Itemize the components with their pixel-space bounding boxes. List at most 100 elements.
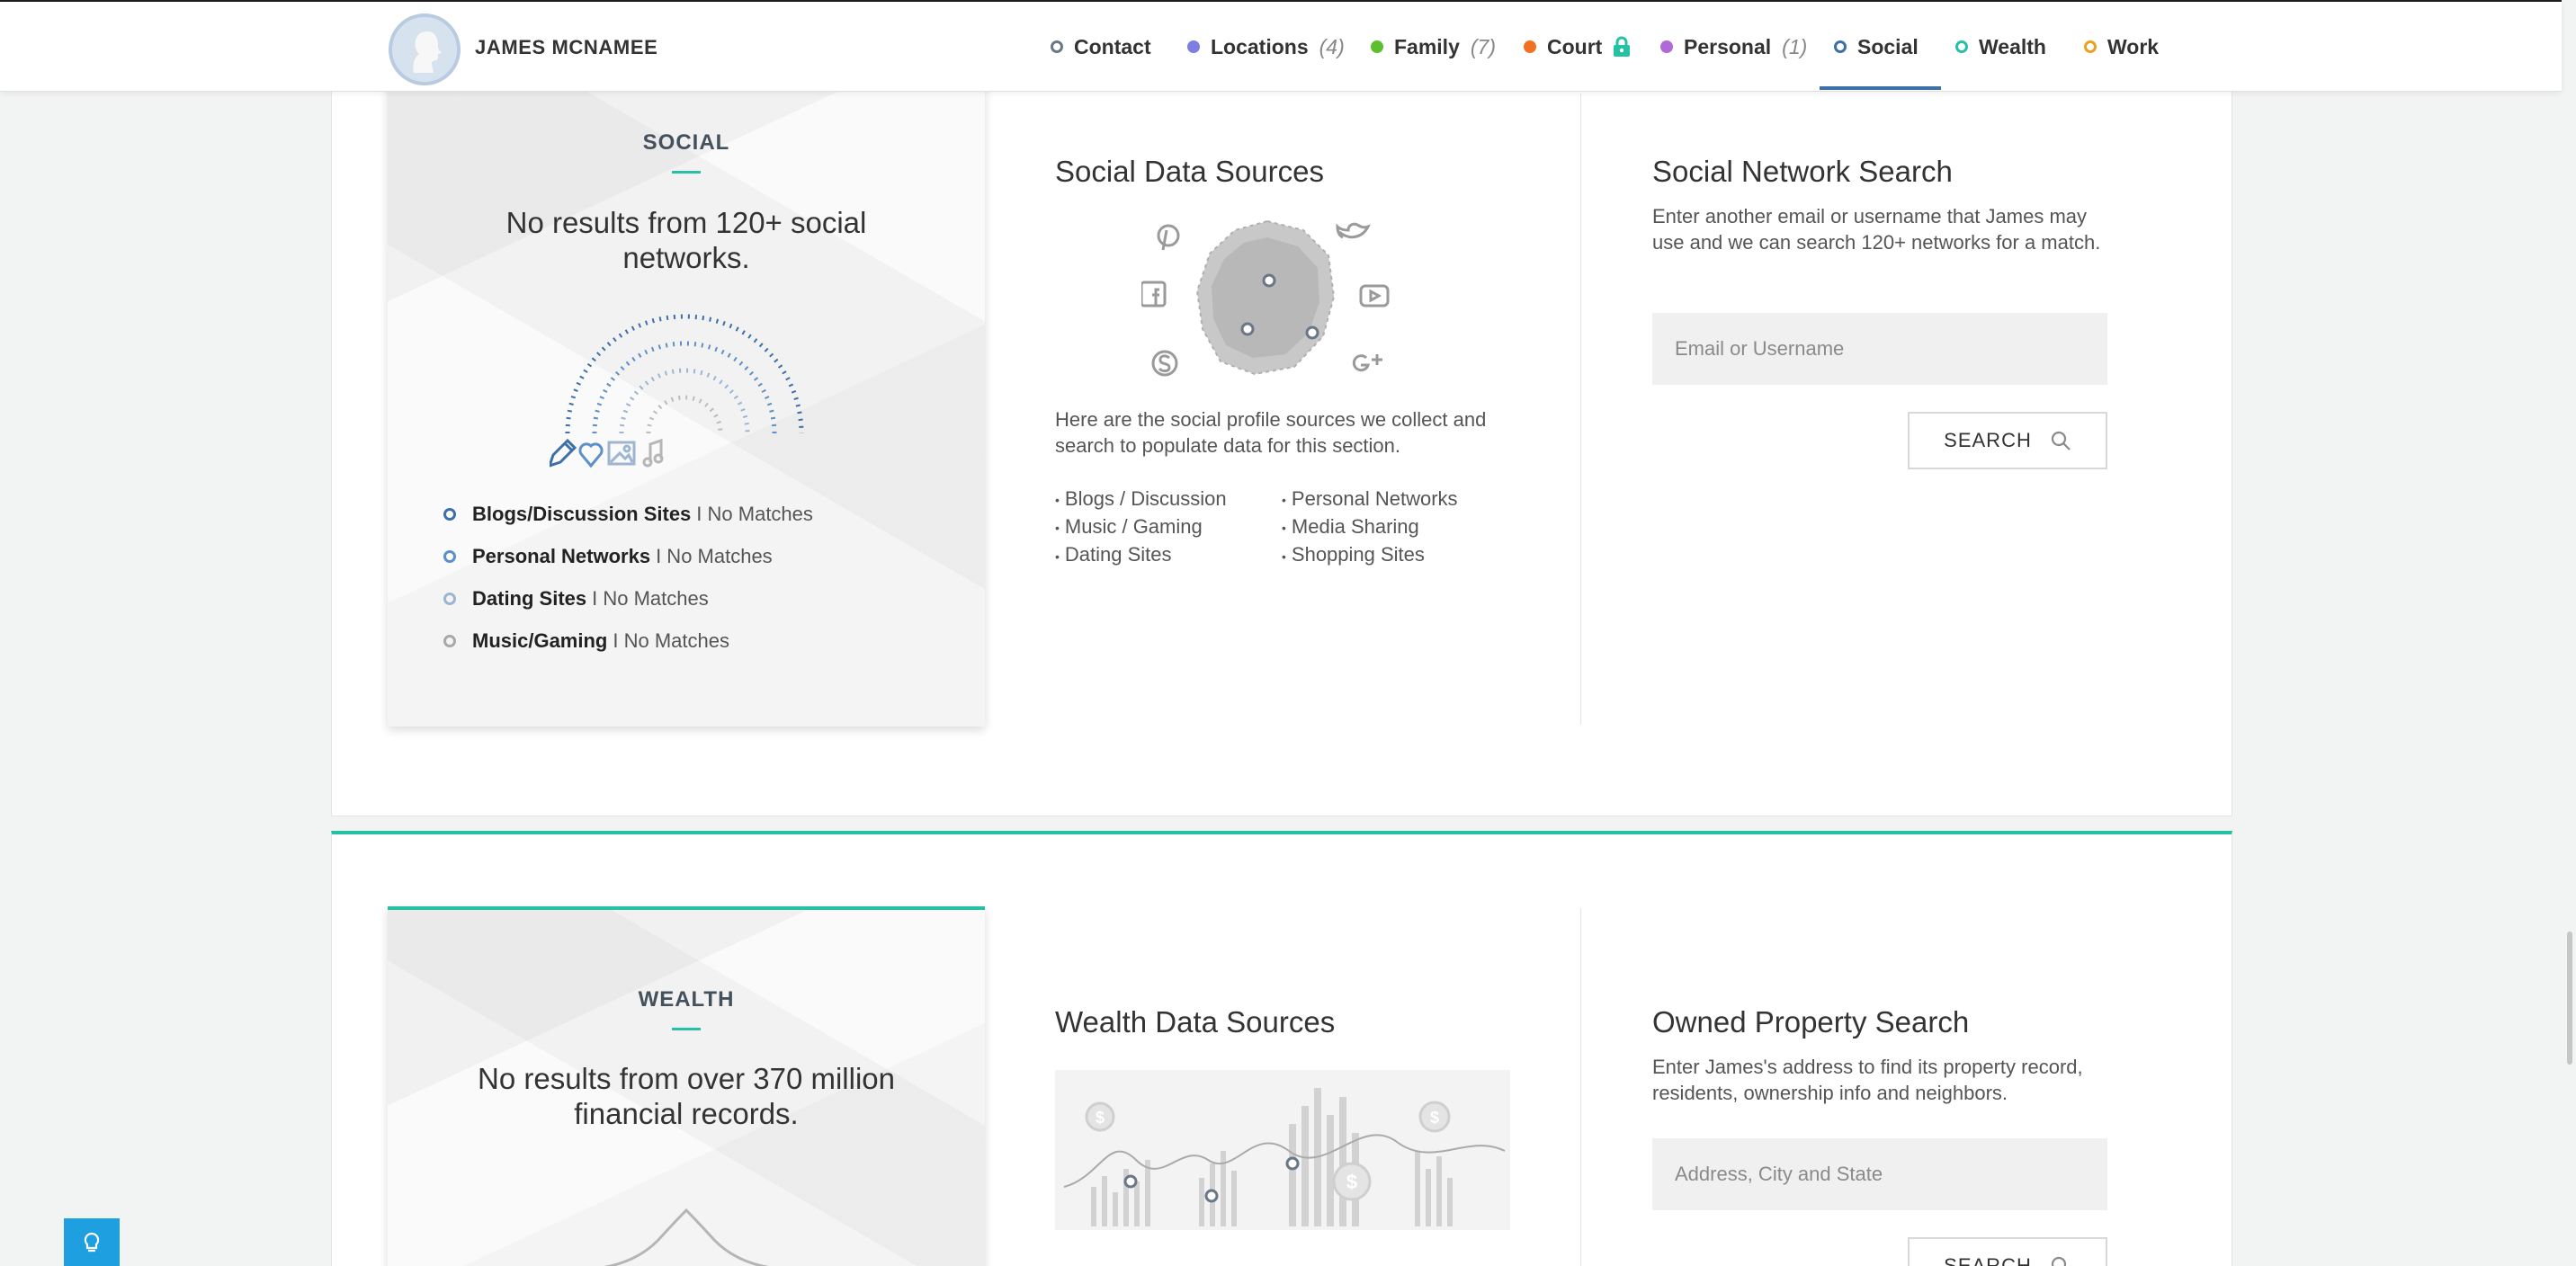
social-section: SOCIAL No results from 120+ social netwo… xyxy=(331,0,2232,816)
nav-wealth[interactable]: Wealth xyxy=(1955,29,2046,65)
nav-work[interactable]: Work xyxy=(2084,29,2159,65)
social-search-title: Social Network Search xyxy=(1652,155,1953,188)
card-heading: WEALTH xyxy=(638,987,735,1012)
source-item: Media Sharing xyxy=(1282,514,1489,540)
search-icon xyxy=(2051,431,2071,450)
ring-icon xyxy=(443,634,456,647)
social-network-globe-illustration xyxy=(1141,219,1390,377)
nav-label: Personal xyxy=(1684,34,1772,58)
tips-button[interactable] xyxy=(64,1218,120,1266)
source-item: Shopping Sites xyxy=(1282,542,1489,568)
pinterest-icon xyxy=(1157,224,1180,251)
nav-family[interactable]: Family (7) xyxy=(1371,29,1496,65)
google-plus-icon xyxy=(1352,354,1382,372)
match-row-blogs: Blogs/Discussion Sites I No Matches xyxy=(443,493,813,535)
financial-chart-illustration: $ $ $ xyxy=(1055,1070,1510,1230)
source-item: Personal Networks xyxy=(1282,486,1489,513)
card-subtitle: No results from over 370 million financi… xyxy=(478,1062,895,1130)
svg-text:$: $ xyxy=(1346,1171,1357,1193)
heading-underline xyxy=(672,1028,701,1030)
property-search-title: Owned Property Search xyxy=(1652,1005,1970,1039)
social-summary-card: SOCIAL No results from 120+ social netwo… xyxy=(388,0,985,727)
social-rainbow-illustration xyxy=(550,314,804,468)
column-divider xyxy=(1580,908,1581,1266)
music-note-icon xyxy=(642,438,664,468)
person-silhouette-icon xyxy=(392,17,457,82)
match-status: I No Matches xyxy=(613,629,729,652)
nav-label: Social xyxy=(1857,34,1919,58)
avatar[interactable] xyxy=(389,13,461,85)
match-row-personal-networks: Personal Networks I No Matches xyxy=(443,535,813,577)
social-sources-description: Here are the social profile sources we c… xyxy=(1055,408,1487,457)
search-icon xyxy=(2051,1256,2066,1266)
match-category: Music/Gaming xyxy=(472,629,608,652)
nav-dot-icon xyxy=(2084,40,2097,53)
nav-contact[interactable]: Contact xyxy=(1051,29,1151,65)
social-search-button[interactable]: SEARCH xyxy=(1908,412,2107,469)
nav-label: Court xyxy=(1547,34,1603,58)
active-tab-indicator xyxy=(1820,86,1941,90)
match-category: Personal Networks xyxy=(472,544,651,567)
youtube-icon xyxy=(1359,284,1390,308)
search-button-label: SEARCH xyxy=(1944,429,2032,451)
wealth-section: WEALTH No results from over 370 million … xyxy=(331,831,2232,1266)
scrollbar-thumb[interactable] xyxy=(2567,932,2572,1065)
wealth-sources-title: Wealth Data Sources xyxy=(1055,1005,1336,1039)
bell-curve-illustration xyxy=(604,1208,769,1266)
social-sources-list: Blogs / Discussion Personal Networks Mus… xyxy=(1055,486,1489,569)
match-status: I No Matches xyxy=(696,502,813,525)
nav-label: Contact xyxy=(1074,34,1151,58)
nav-label: Wealth xyxy=(1979,34,2046,58)
nav-label: Work xyxy=(2107,34,2160,58)
nav-dot-icon xyxy=(1524,40,1536,53)
heading-underline xyxy=(672,171,701,174)
nav-label: Family xyxy=(1394,34,1460,58)
skype-icon xyxy=(1151,350,1178,377)
heart-icon xyxy=(578,442,604,468)
nav-dot-icon xyxy=(1371,40,1383,53)
nav-count: (7) xyxy=(1470,34,1496,58)
image-icon xyxy=(607,441,636,466)
card-subtitle: No results from 120+ social networks. xyxy=(505,206,867,274)
dollar-coin-icon: $ xyxy=(1418,1101,1451,1133)
column-divider xyxy=(1580,94,1581,725)
lock-icon xyxy=(1614,36,1631,57)
lightbulb-icon xyxy=(84,1232,100,1252)
match-category: Dating Sites xyxy=(472,586,587,610)
nav-dot-icon xyxy=(1660,40,1673,53)
nav-court[interactable]: Court xyxy=(1524,29,1631,65)
property-search-button[interactable]: SEARCH xyxy=(1908,1237,2107,1266)
social-search-description: Enter another email or username that Jam… xyxy=(1652,205,2101,254)
nav-label: Locations xyxy=(1211,34,1309,58)
nav-social[interactable]: Social xyxy=(1834,29,1919,65)
twitter-icon xyxy=(1336,222,1371,239)
svg-text:$: $ xyxy=(1430,1109,1439,1127)
card-heading: SOCIAL xyxy=(642,130,730,155)
ring-icon xyxy=(443,592,456,605)
top-nav-bar: JAMES MCNAMEE Contact Locations (4) Fami… xyxy=(0,0,2562,92)
nav-dot-icon xyxy=(1955,40,1968,53)
property-search-description: Enter James's address to find its proper… xyxy=(1652,1056,2083,1104)
facebook-icon xyxy=(1141,281,1167,308)
address-input[interactable] xyxy=(1652,1138,2107,1210)
match-status: I No Matches xyxy=(656,544,773,567)
nav-count: (1) xyxy=(1782,34,1808,58)
match-row-dating: Dating Sites I No Matches xyxy=(443,577,813,620)
source-item: Blogs / Discussion xyxy=(1055,486,1282,513)
match-category: Blogs/Discussion Sites xyxy=(472,502,692,525)
nav-count: (4) xyxy=(1319,34,1345,58)
email-username-input[interactable] xyxy=(1652,313,2107,385)
nav-locations[interactable]: Locations (4) xyxy=(1187,29,1345,65)
pencil-icon xyxy=(550,438,577,468)
search-button-label: SEARCH xyxy=(1944,1254,2032,1266)
source-item: Music / Gaming xyxy=(1055,514,1282,540)
ring-icon xyxy=(443,549,456,563)
social-sources-title: Social Data Sources xyxy=(1055,155,1324,188)
nav-dot-icon xyxy=(1187,40,1200,53)
dollar-coin-icon: $ xyxy=(1332,1162,1372,1201)
source-item: Dating Sites xyxy=(1055,542,1282,568)
dollar-coin-icon: $ xyxy=(1085,1101,1115,1132)
nav-personal[interactable]: Personal (1) xyxy=(1660,29,1807,65)
nav-dot-icon xyxy=(1051,40,1063,53)
nav-dot-icon xyxy=(1834,40,1847,53)
